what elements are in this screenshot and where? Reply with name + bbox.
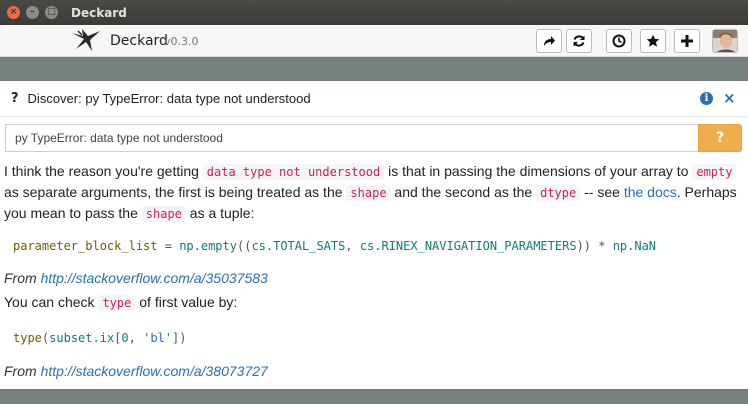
code-token: (( [236, 239, 252, 253]
code-block-1: parameter_block_list = np.empty((cs.TOTA… [4, 228, 744, 264]
code-token: = [157, 239, 180, 253]
share-button[interactable] [536, 29, 562, 53]
source-line-1: From http://stackoverflow.com/a/35037583 [4, 268, 744, 288]
source-link-2[interactable]: http://stackoverflow.com/a/38073727 [41, 363, 268, 379]
inline-code: shape [346, 185, 391, 201]
code-token: type [13, 331, 42, 345]
discover-title: Discover: py TypeError: data type not un… [27, 91, 311, 106]
refresh-icon [573, 35, 585, 47]
user-avatar[interactable] [712, 29, 738, 53]
answer-text: of first value by: [135, 294, 238, 310]
code-token: cs.TOTAL_SATS [251, 239, 346, 253]
code-token: ]) [172, 331, 187, 345]
answer-text: is that in passing the dimensions of you… [384, 163, 693, 179]
window-close-button[interactable]: × [7, 6, 20, 19]
add-button[interactable] [674, 29, 700, 53]
plus-icon [681, 35, 693, 47]
answer-text: You can check [4, 294, 99, 310]
answer-text: as separate arguments, the first is bein… [4, 184, 347, 200]
window-maximize-button[interactable]: □ [45, 6, 58, 19]
code-token: subset.ix [49, 331, 115, 345]
discover-search-button[interactable]: ? [698, 124, 742, 152]
inline-code: dtype [536, 185, 581, 201]
favorite-button[interactable] [640, 29, 666, 53]
window-title: Deckard [71, 5, 127, 20]
answer-text: and the second as the [390, 184, 537, 200]
code-block-2: type(subset.ix[0, 'bl']) [4, 320, 744, 356]
inline-code: type [98, 295, 136, 311]
user-avatar-image [713, 30, 737, 52]
inline-code: empty [692, 164, 737, 180]
code-token: cs.RINEX_NAVIGATION_PARAMETERS [359, 239, 577, 253]
inline-code: shape [141, 206, 186, 222]
answer-text: -- see [580, 184, 624, 200]
code-token: 0 [121, 331, 129, 345]
deckard-logo-icon [72, 29, 100, 51]
answer-paragraph-1: I think the reason you're getting data t… [4, 161, 744, 224]
info-icon[interactable]: i [700, 92, 713, 105]
window-minimize-button[interactable]: – [26, 6, 39, 19]
answer-text: I think the reason you're getting [4, 163, 203, 179]
app-footer [0, 389, 748, 404]
app-header: Deckard v0.3.0 [0, 25, 748, 57]
source-link-1[interactable]: http://stackoverflow.com/a/35037583 [41, 270, 268, 286]
question-icon: ? [11, 91, 19, 106]
refresh-button[interactable] [566, 29, 592, 53]
answer-text: as a tuple: [185, 205, 255, 221]
answer-content: I think the reason you're getting data t… [4, 161, 744, 381]
code-token: 'bl' [143, 331, 172, 345]
inline-code: data type not understood [202, 164, 385, 180]
code-token: )) * [576, 239, 613, 253]
close-icon[interactable]: × [723, 89, 736, 107]
docs-link[interactable]: the docs [624, 184, 677, 200]
discover-panel-header: ? Discover: py TypeError: data type not … [0, 81, 748, 117]
discover-panel: ? Discover: py TypeError: data type not … [0, 81, 748, 389]
app-name: Deckard [110, 33, 168, 49]
code-token: np.NaN [612, 239, 657, 253]
window-titlebar: × – □ Deckard [0, 0, 748, 25]
star-icon [646, 34, 660, 47]
answer-paragraph-2: You can check type of first value by: [4, 292, 744, 313]
source-line-2: From http://stackoverflow.com/a/38073727 [4, 361, 744, 381]
clock-icon [612, 34, 626, 48]
source-label: From [4, 270, 41, 286]
code-token: , [345, 239, 360, 253]
history-button[interactable] [606, 29, 632, 53]
discover-search-input[interactable]: py TypeError: data type not understood [5, 124, 700, 152]
source-label: From [4, 363, 41, 379]
code-token: parameter_block_list [13, 239, 158, 253]
code-token: np.empty [179, 239, 237, 253]
code-token: , [128, 331, 144, 345]
app-version: v0.3.0 [164, 35, 199, 48]
share-icon [544, 36, 555, 46]
